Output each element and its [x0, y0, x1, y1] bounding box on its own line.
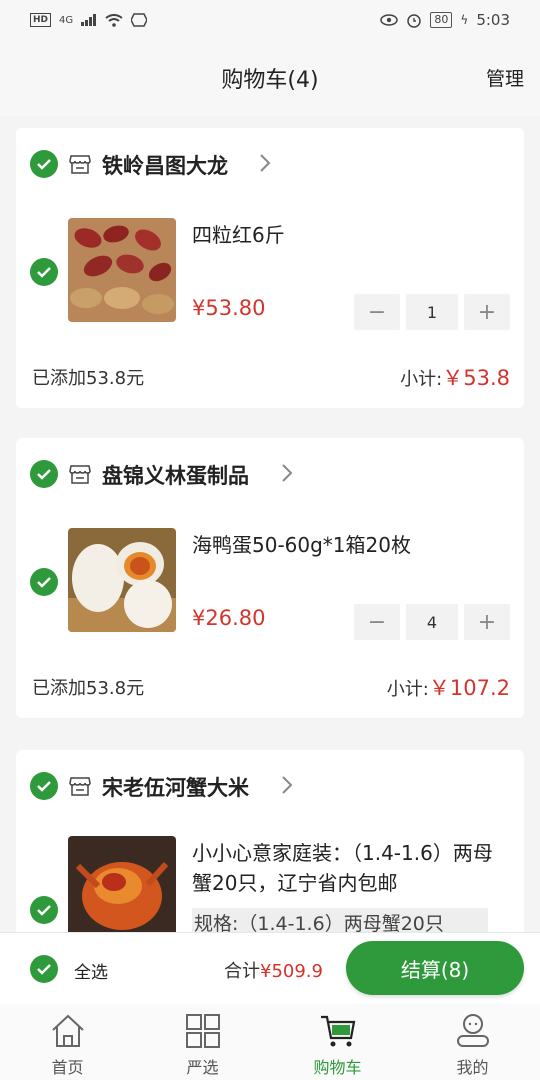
shop-checkbox[interactable]	[30, 460, 58, 488]
manage-button[interactable]: 管理	[486, 64, 524, 91]
chevron-right-icon	[282, 776, 293, 794]
product-spec[interactable]: 规格:（1.4-1.6）两母蟹20只	[192, 908, 488, 932]
added-amount: 已添加53.8元	[32, 678, 145, 699]
shop-card: 铁岭昌图大龙 四粒红6斤 ¥53.80 − 1 + 已添加53.8元 小计:￥5…	[16, 128, 524, 408]
page-header: 购物车(4) 管理	[0, 40, 540, 116]
shop-name[interactable]: 盘锦义林蛋制品	[102, 460, 249, 490]
quantity-stepper: − 4 +	[354, 604, 510, 640]
eye-icon	[380, 14, 399, 26]
quantity-stepper: − 1 +	[354, 294, 510, 330]
alarm-icon	[407, 14, 422, 28]
store-icon	[69, 155, 91, 174]
check-icon	[37, 469, 51, 480]
item-checkbox[interactable]	[30, 258, 58, 286]
status-right: 80 ϟ 5:03	[380, 11, 510, 29]
tab-label: 购物车	[313, 1058, 362, 1077]
charging-icon: ϟ	[460, 13, 469, 27]
total: 合计¥509.9	[224, 957, 323, 983]
subtotal-label: 小计:	[400, 369, 443, 390]
tab-selection[interactable]: 严选	[135, 1004, 270, 1080]
shop-name[interactable]: 铁岭昌图大龙	[102, 150, 228, 180]
subtotal-value: ￥107.2	[428, 676, 510, 700]
product-image-duck-eggs[interactable]	[68, 528, 176, 632]
tab-bar: 首页 严选 购物车 我的	[0, 1004, 540, 1080]
signal-icon	[81, 14, 97, 26]
home-icon	[51, 1014, 84, 1047]
wifi-icon	[105, 13, 123, 27]
shop-header[interactable]: 铁岭昌图大龙	[16, 128, 524, 200]
chevron-right-icon	[282, 464, 293, 482]
decrease-button[interactable]: −	[354, 294, 400, 330]
chevron-right-icon	[260, 154, 271, 172]
increase-button[interactable]: +	[464, 604, 510, 640]
product-price: ¥53.80	[192, 296, 266, 320]
quantity-value[interactable]: 4	[406, 604, 458, 640]
profile-icon	[456, 1014, 489, 1047]
store-icon	[69, 777, 91, 796]
product-title[interactable]: 海鸭蛋50-60g*1箱20枚	[192, 530, 512, 560]
product-title[interactable]: 四粒红6斤	[192, 220, 512, 250]
cart-icon	[320, 1015, 355, 1047]
battery-level: 80	[430, 12, 453, 28]
shop-checkbox[interactable]	[30, 150, 58, 178]
shop-header[interactable]: 宋老伍河蟹大米	[16, 750, 524, 822]
status-left: HD 4G	[30, 13, 148, 27]
product-price: ¥26.80	[192, 606, 266, 630]
decrease-button[interactable]: −	[354, 604, 400, 640]
subtotal: 小计:￥53.8	[400, 362, 510, 392]
item-checkbox[interactable]	[30, 896, 58, 924]
page-title: 购物车(4)	[221, 68, 319, 93]
total-value: ¥509.9	[260, 961, 323, 982]
clock-time: 5:03	[476, 11, 510, 29]
check-icon	[37, 577, 51, 588]
product-image-peanuts[interactable]	[68, 218, 176, 322]
checkout-button[interactable]: 结算(8)	[346, 941, 524, 995]
tab-cart[interactable]: 购物车	[270, 1004, 405, 1080]
subtotal-label: 小计:	[386, 679, 429, 700]
tab-label: 我的	[456, 1058, 489, 1077]
shop-name[interactable]: 宋老伍河蟹大米	[102, 772, 249, 802]
check-icon	[37, 964, 51, 975]
select-all-checkbox[interactable]	[30, 955, 58, 983]
check-icon	[37, 267, 51, 278]
quantity-value[interactable]: 1	[406, 294, 458, 330]
store-icon	[69, 465, 91, 484]
tab-label: 严选	[186, 1058, 219, 1077]
item-checkbox[interactable]	[30, 568, 58, 596]
app-notification-icon	[131, 13, 148, 27]
grid-icon	[185, 1014, 220, 1048]
increase-button[interactable]: +	[464, 294, 510, 330]
product-image-crab[interactable]	[68, 836, 176, 940]
network-label: 4G	[59, 14, 74, 26]
check-icon	[37, 159, 51, 170]
subtotal-value: ￥53.8	[442, 366, 510, 390]
shop-header[interactable]: 盘锦义林蛋制品	[16, 438, 524, 510]
shop-card: 盘锦义林蛋制品 海鸭蛋50-60g*1箱20枚 ¥26.80 − 4 + 已添加…	[16, 438, 524, 718]
status-bar: HD 4G 80 ϟ 5:03	[0, 0, 540, 40]
tab-home[interactable]: 首页	[0, 1004, 135, 1080]
tab-profile[interactable]: 我的	[405, 1004, 540, 1080]
shop-checkbox[interactable]	[30, 772, 58, 800]
select-all-label[interactable]: 全选	[74, 958, 108, 983]
check-icon	[37, 905, 51, 916]
subtotal: 小计:￥107.2	[387, 672, 510, 702]
check-icon	[37, 781, 51, 792]
total-label: 合计	[224, 961, 260, 982]
tab-label: 首页	[51, 1058, 84, 1077]
added-amount: 已添加53.8元	[32, 368, 145, 389]
hd-badge: HD	[30, 13, 52, 27]
product-title[interactable]: 小小心意家庭装：（1.4-1.6）两母蟹20只，辽宁省内包邮	[192, 838, 508, 898]
checkout-bar: 全选 合计¥509.9 结算(8)	[0, 932, 540, 1004]
